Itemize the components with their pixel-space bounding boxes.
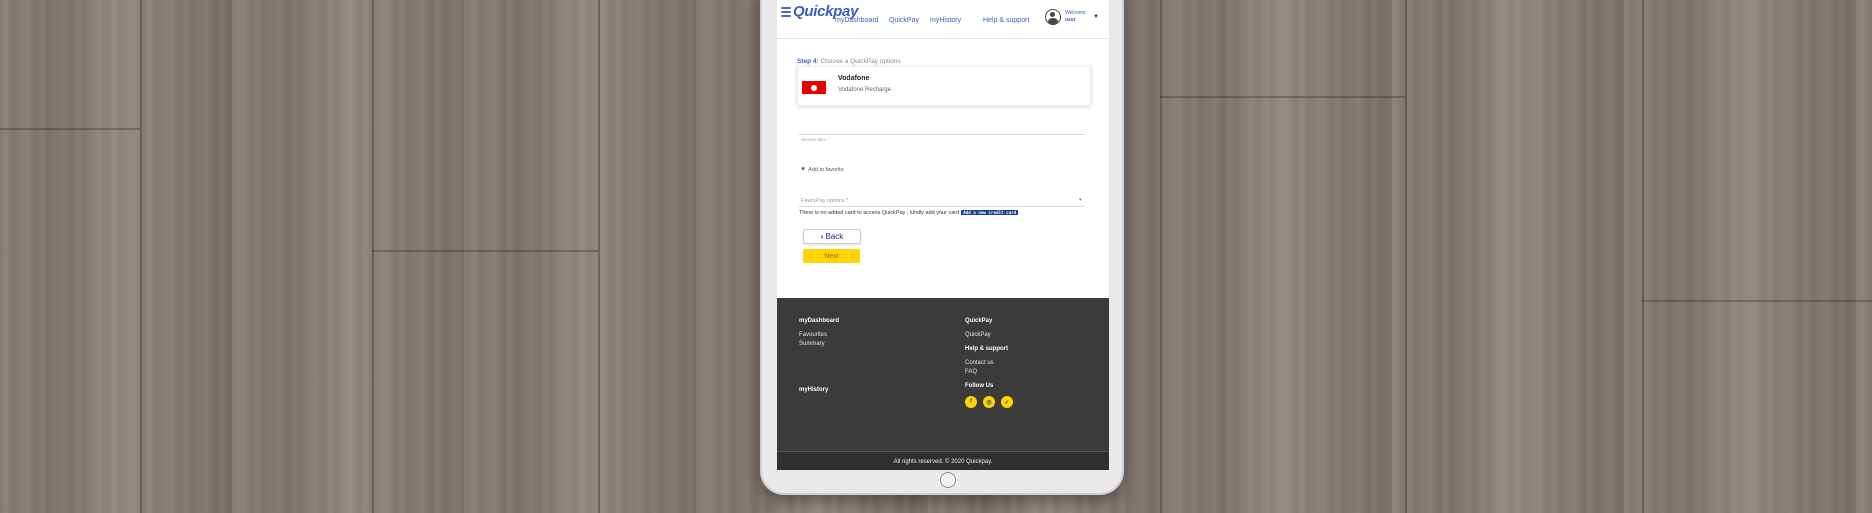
add-to-favorite[interactable]: ♥ Add to favorite bbox=[801, 166, 844, 173]
copyright-bar: All rights reserved. © 2020 Quickpay. bbox=[777, 451, 1109, 470]
provider-name: Vodafone bbox=[838, 75, 870, 82]
footer-link-contact-us[interactable]: Contact us bbox=[965, 360, 994, 366]
fawrypay-options-select[interactable]: FawryPay options * bbox=[801, 198, 848, 204]
provider-service: Vodafone Recharge bbox=[838, 87, 892, 93]
no-card-text: There is no added card to access QuickPa… bbox=[799, 210, 960, 216]
next-button[interactable]: Next bbox=[803, 249, 860, 263]
footer-heading-mydashboard[interactable]: myDashboard bbox=[799, 318, 839, 324]
service-item-label: Service Item * bbox=[801, 137, 830, 142]
logo-speed-lines-icon bbox=[781, 6, 791, 17]
heart-icon: ♥ bbox=[801, 166, 806, 173]
user-avatar-icon[interactable] bbox=[1045, 9, 1061, 25]
twitter-icon[interactable]: ✓ bbox=[1001, 396, 1013, 408]
footer-heading-myhistory[interactable]: myHistory bbox=[799, 387, 828, 393]
step-text: Choose a QuickPay options bbox=[820, 58, 901, 65]
wood-plank-seam bbox=[1642, 300, 1872, 302]
wood-plank-seam bbox=[372, 0, 374, 513]
nav-link-quickpay[interactable]: QuickPay bbox=[889, 17, 919, 24]
footer-link-favourites[interactable]: Favourites bbox=[799, 332, 827, 338]
no-card-note: There is no added card to access QuickPa… bbox=[799, 210, 1019, 216]
add-credit-card-button[interactable]: Add a new credit card bbox=[961, 210, 1019, 215]
welcome-block[interactable]: Welcome user bbox=[1065, 10, 1086, 24]
provider-card[interactable]: Vodafone Vodafone Recharge bbox=[797, 66, 1091, 106]
nav-link-mydashboard[interactable]: myDashboard bbox=[835, 17, 879, 24]
footer-heading-quickpay: QuickPay bbox=[965, 318, 993, 324]
wood-plank-seam bbox=[1642, 0, 1644, 513]
footer-heading-help-support: Help & support bbox=[965, 346, 1008, 352]
chevron-left-icon: ‹ bbox=[820, 232, 824, 241]
footer: myDashboard Favourites Summary myHistory… bbox=[777, 298, 1109, 451]
wood-plank-seam bbox=[598, 0, 600, 513]
username: user bbox=[1065, 17, 1076, 23]
vodafone-logo-icon bbox=[802, 81, 826, 94]
tablet-home-button bbox=[940, 472, 956, 488]
wood-plank-seam bbox=[1405, 0, 1407, 513]
back-button[interactable]: ‹ Back bbox=[803, 229, 861, 244]
step-heading: Step 4: Choose a QuickPay options bbox=[797, 58, 901, 65]
add-to-favorite-label: Add to favorite bbox=[808, 166, 844, 173]
select-underline bbox=[799, 206, 1085, 207]
welcome-text: Welcome bbox=[1065, 10, 1086, 16]
step-number: Step 4: bbox=[797, 58, 819, 65]
navbar: Quickpay myDashboard QuickPay myHistory … bbox=[777, 0, 1109, 39]
footer-link-quickpay[interactable]: QuickPay bbox=[965, 332, 991, 338]
tablet-screen: Quickpay myDashboard QuickPay myHistory … bbox=[777, 0, 1109, 470]
chevron-down-icon[interactable]: ▾ bbox=[1079, 197, 1082, 203]
nav-link-help-support[interactable]: Help & support bbox=[983, 17, 1029, 24]
wood-plank-seam bbox=[372, 250, 598, 252]
wood-plank-seam bbox=[1160, 96, 1405, 98]
chevron-down-icon[interactable]: ▼ bbox=[1093, 14, 1099, 20]
footer-link-summary[interactable]: Summary bbox=[799, 341, 825, 347]
footer-link-faq[interactable]: FAQ bbox=[965, 369, 977, 375]
back-label: Back bbox=[825, 232, 844, 241]
instagram-icon[interactable]: ◎ bbox=[983, 396, 995, 408]
wood-plank-seam bbox=[140, 0, 142, 513]
wood-plank-seam bbox=[1160, 0, 1162, 513]
footer-heading-follow-us: Follow Us bbox=[965, 383, 994, 389]
service-item-field[interactable] bbox=[799, 134, 1085, 135]
facebook-icon[interactable]: f bbox=[965, 396, 977, 408]
nav-link-myhistory[interactable]: myHistory bbox=[930, 17, 961, 24]
wood-plank-seam bbox=[0, 128, 140, 130]
